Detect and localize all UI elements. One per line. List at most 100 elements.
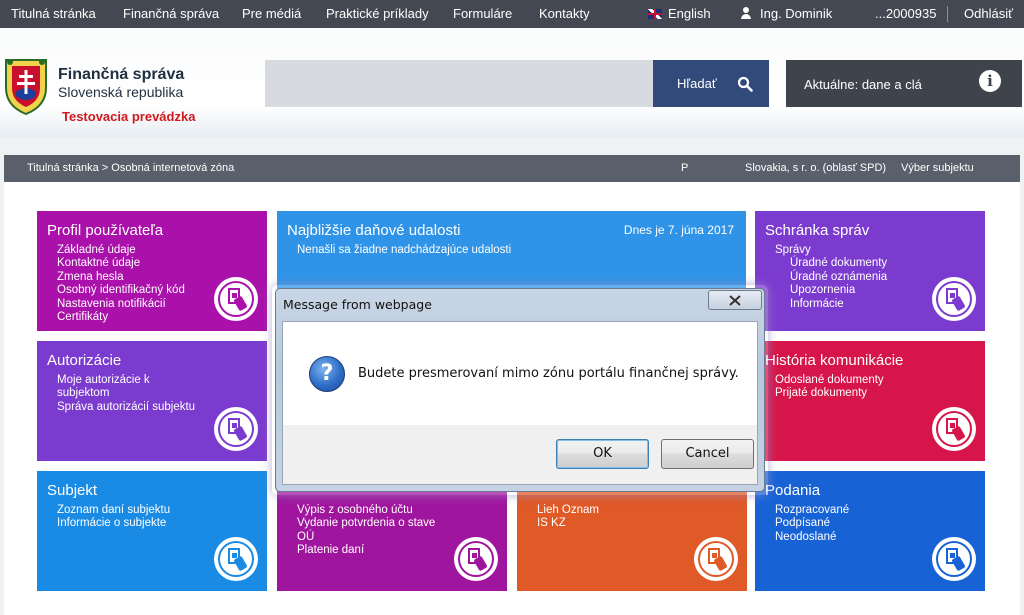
tile-links: Výpis z osobného účtu Vydanie potvrdenia… [297, 504, 435, 558]
news-panel[interactable]: Aktuálne: dane a clá i [786, 60, 1022, 107]
uk-flag-icon [648, 9, 662, 19]
dialog-title: Message from webpage [283, 297, 432, 312]
tile-title: Schránka správ [765, 222, 870, 239]
link-balance-confirmation-cont[interactable]: OÚ [297, 531, 435, 544]
tile-links: Základné údaje Kontaktné údaje Zmena hes… [57, 244, 185, 324]
tile-links: Lieh Oznam IS KZ [537, 504, 599, 531]
breadcrumb: Titulná stránka > Osobná internetová zón… [4, 155, 1020, 182]
search-icon [737, 76, 753, 92]
link-contact-data[interactable]: Kontaktné údaje [57, 257, 185, 270]
organization-name: Finančná správa [58, 66, 185, 83]
cancel-button[interactable]: Cancel [661, 439, 754, 469]
link-lieh-oznam[interactable]: Lieh Oznam [537, 504, 599, 517]
tile-message-inbox[interactable]: Schránka správ Správy Úradné dokumenty Ú… [755, 211, 985, 331]
select-subject-link[interactable]: Výber subjektu [901, 162, 974, 174]
dialog-body: ? Budete presmerovaní mimo zónu portálu … [282, 321, 758, 425]
tile-user-profile[interactable]: Profil používateľa Základné údaje Kontak… [37, 211, 267, 331]
tile-links: Moje autorizácie k subjektom Správa auto… [57, 374, 195, 414]
nav-divider [947, 6, 948, 22]
link-notification-settings[interactable]: Nastavenia notifikácií [57, 298, 185, 311]
link-information[interactable]: Informácie [775, 298, 887, 311]
link-my-authorizations[interactable]: Moje autorizácie k [57, 374, 195, 387]
tile-subject[interactable]: Subjekt Zoznam daní subjektu Informácie … [37, 471, 267, 591]
tile-submissions[interactable]: Podania Rozpracované Podpísané Neodoslan… [755, 471, 985, 591]
search-button[interactable]: Hľadať [653, 60, 769, 107]
news-label: Aktuálne: dane a clá [804, 77, 922, 92]
ok-button[interactable]: OK [556, 439, 649, 469]
link-subject-information[interactable]: Informácie o subjekte [57, 517, 170, 530]
nav-practical-examples[interactable]: Praktické príklady [326, 6, 429, 21]
dialog-footer: OK Cancel [282, 425, 758, 485]
dialog-close-button[interactable] [708, 290, 762, 310]
link-is-kz[interactable]: IS KZ [537, 517, 599, 530]
user-menu[interactable]: Ing. Dominik [740, 6, 832, 21]
link-unsent[interactable]: Neodoslané [775, 531, 849, 544]
language-switch[interactable]: English [648, 6, 711, 21]
tile-title: História komunikácie [765, 352, 904, 369]
link-change-password[interactable]: Zmena hesla [57, 271, 185, 284]
tile-title: Profil používateľa [47, 222, 164, 239]
document-icon [214, 277, 258, 321]
tile-communication-history[interactable]: História komunikácie Odoslané dokumenty … [755, 341, 985, 461]
tile-links: Rozpracované Podpísané Neodoslané [775, 504, 849, 544]
tile-title: Autorizácie [47, 352, 122, 369]
close-icon [729, 295, 741, 306]
link-official-notices[interactable]: Úradné oznámenia [775, 271, 887, 284]
link-warnings[interactable]: Upozornenia [775, 284, 887, 297]
document-icon [454, 537, 498, 581]
search-input[interactable] [265, 60, 654, 107]
nav-home[interactable]: Titulná stránka [11, 6, 96, 21]
link-certificates[interactable]: Certifikáty [57, 311, 185, 324]
info-icon[interactable]: i [979, 70, 1001, 92]
current-subject: Slovakia, s r. o. (oblasť SPD) [745, 162, 887, 174]
tile-links: Nenašli sa žiadne nadchádzajúce udalosti [297, 244, 511, 257]
link-basic-data[interactable]: Základné údaje [57, 244, 185, 257]
link-drafts[interactable]: Rozpracované [775, 504, 849, 517]
today-date: Dnes je 7. júna 2017 [623, 223, 734, 237]
tile-title: Subjekt [47, 482, 98, 499]
link-messages[interactable]: Správy [775, 244, 887, 257]
test-mode-label: Testovacia prevádzka [62, 109, 196, 124]
document-icon [214, 537, 258, 581]
tile-links: Zoznam daní subjektu Informácie o subjek… [57, 504, 170, 531]
link-my-authorizations-cont[interactable]: subjektom [57, 387, 195, 400]
link-sent-documents[interactable]: Odoslané dokumenty [775, 374, 884, 387]
document-icon [932, 277, 976, 321]
search-button-label: Hľadať [677, 76, 717, 91]
link-balance-confirmation[interactable]: Vydanie potvrdenia o stave [297, 517, 435, 530]
document-icon [694, 537, 738, 581]
link-received-documents[interactable]: Prijaté dokumenty [775, 387, 884, 400]
tile-title: Najbližšie daňové udalosti [287, 222, 461, 239]
crest-logo[interactable] [2, 54, 50, 116]
user-icon [740, 7, 752, 19]
link-subject-authorization-management[interactable]: Správa autorizácií subjektu [57, 401, 195, 414]
nav-financial-administration[interactable]: Finančná správa [123, 6, 219, 21]
link-official-documents[interactable]: Úradné dokumenty [775, 257, 887, 270]
document-icon [214, 407, 258, 451]
no-events-text: Nenašli sa žiadne nadchádzajúce udalosti [297, 244, 512, 256]
link-account-statement[interactable]: Výpis z osobného účtu [297, 504, 435, 517]
document-icon [932, 537, 976, 581]
tile-authorizations[interactable]: Autorizácie Moje autorizácie k subjektom… [37, 341, 267, 461]
site-header: Finančná správa Slovenská republika Test… [0, 28, 1024, 138]
top-navigation: Titulná stránka Finančná správa Pre médi… [0, 0, 1024, 28]
link-signed[interactable]: Podpísané [775, 517, 849, 530]
person-flag: P [681, 162, 689, 174]
breadcrumb-path[interactable]: Titulná stránka > Osobná internetová zón… [27, 162, 234, 174]
account-number: ...2000935 [875, 6, 937, 21]
organization-country: Slovenská republika [58, 84, 184, 100]
link-tax-payment[interactable]: Platenie daní [297, 544, 435, 557]
link-subject-taxes[interactable]: Zoznam daní subjektu [57, 504, 170, 517]
nav-forms[interactable]: Formuláre [453, 6, 512, 21]
document-icon [932, 407, 976, 451]
logout-link[interactable]: Odhlásiť [964, 6, 1013, 21]
nav-contacts[interactable]: Kontakty [539, 6, 590, 21]
tile-links: Odoslané dokumenty Prijaté dokumenty [775, 374, 884, 401]
question-icon: ? [309, 356, 345, 392]
tile-title: Podania [765, 482, 821, 499]
message-dialog: Message from webpage ? Budete presmerova… [275, 288, 765, 492]
link-personal-id-code[interactable]: Osobný identifikačný kód [57, 284, 185, 297]
nav-media[interactable]: Pre médiá [242, 6, 301, 21]
dialog-message: Budete presmerovaní mimo zónu portálu fi… [358, 366, 739, 381]
tile-links: Správy Úradné dokumenty Úradné oznámenia… [775, 244, 887, 311]
